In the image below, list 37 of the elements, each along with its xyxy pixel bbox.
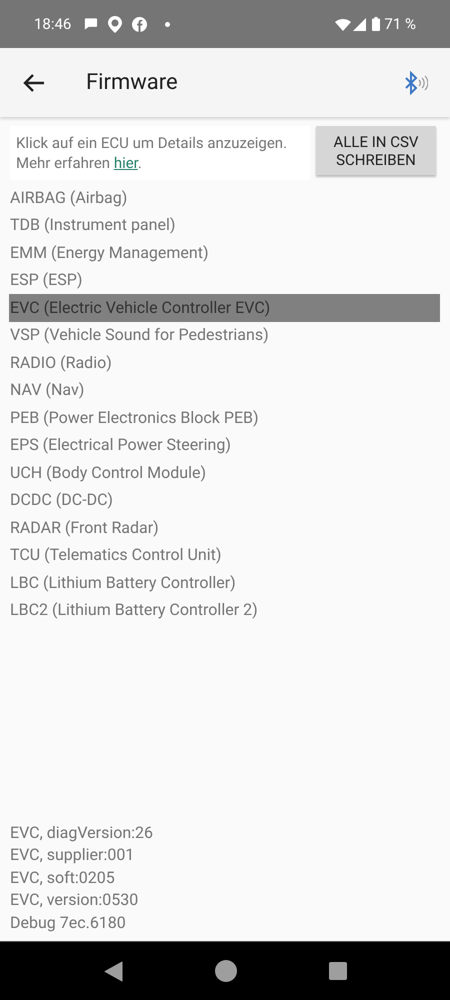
ecu-list-item[interactable]: PEB (Power Electronics Block PEB)	[9, 404, 440, 432]
ecu-list-item[interactable]: UCH (Body Control Module)	[9, 459, 440, 486]
ecu-list-item[interactable]: TDB (Instrument panel)	[9, 212, 440, 239]
ecu-list-item[interactable]: DCDC (DC-DC)	[9, 486, 440, 514]
detail-line: EVC, diagVersion:26	[10, 822, 154, 844]
home-nav-icon[interactable]	[214, 960, 236, 982]
export-csv-button[interactable]: ALLE IN CSV SCHREIBEN	[316, 126, 436, 175]
detail-line: Debug 7ec.6180	[10, 912, 127, 934]
ecu-list-item[interactable]: RADIO (Radio)	[9, 349, 440, 376]
ecu-list-item[interactable]: LBC (Lithium Battery Controller)	[9, 569, 440, 596]
status-time: 18:46	[34, 14, 72, 35]
ecu-list-item[interactable]: TCU (Telematics Control Unit)	[9, 542, 440, 569]
ecu-list-item[interactable]: NAV (Nav)	[9, 376, 440, 404]
info-text: Klick auf ein ECU um Details anzuzeigen. Mehr erfahren hier.	[16, 133, 288, 173]
detail-line: EVC, version:0530	[10, 889, 140, 911]
battery-percentage: 71 %	[384, 14, 416, 35]
location-pin-icon	[108, 16, 122, 32]
chat-icon	[83, 17, 98, 31]
ecu-list-item[interactable]: AIRBAG (Airbag)	[9, 184, 440, 212]
circle-f-icon	[132, 16, 148, 32]
detail-line: EVC, supplier:001	[10, 844, 136, 866]
screen-title: Firmware	[86, 69, 178, 97]
detail-line: EVC, soft:0205	[10, 866, 116, 888]
back-nav-icon[interactable]	[104, 960, 122, 982]
ecu-list-item[interactable]: EMM (Energy Management)	[9, 239, 440, 266]
ecu-list-item[interactable]: ESP (ESP)	[9, 266, 440, 294]
ecu-list-item[interactable]: EVC (Electric Vehicle Controller EVC)	[9, 294, 440, 322]
signal-icon	[353, 18, 366, 30]
battery-icon	[372, 17, 380, 31]
ecu-list-item[interactable]: EPS (Electrical Power Steering)	[9, 432, 440, 459]
ecu-list-item[interactable]: LBC2 (Lithium Battery Controller 2)	[9, 596, 440, 624]
wifi-icon	[335, 18, 352, 30]
recents-nav-icon[interactable]	[328, 962, 346, 980]
learn-more-link[interactable]: hier	[114, 154, 138, 172]
ecu-list-item[interactable]: RADAR (Front Radar)	[9, 514, 440, 542]
dot-icon	[165, 22, 170, 26]
ecu-list-item[interactable]: VSP (Vehicle Sound for Pedestrians)	[9, 322, 440, 349]
